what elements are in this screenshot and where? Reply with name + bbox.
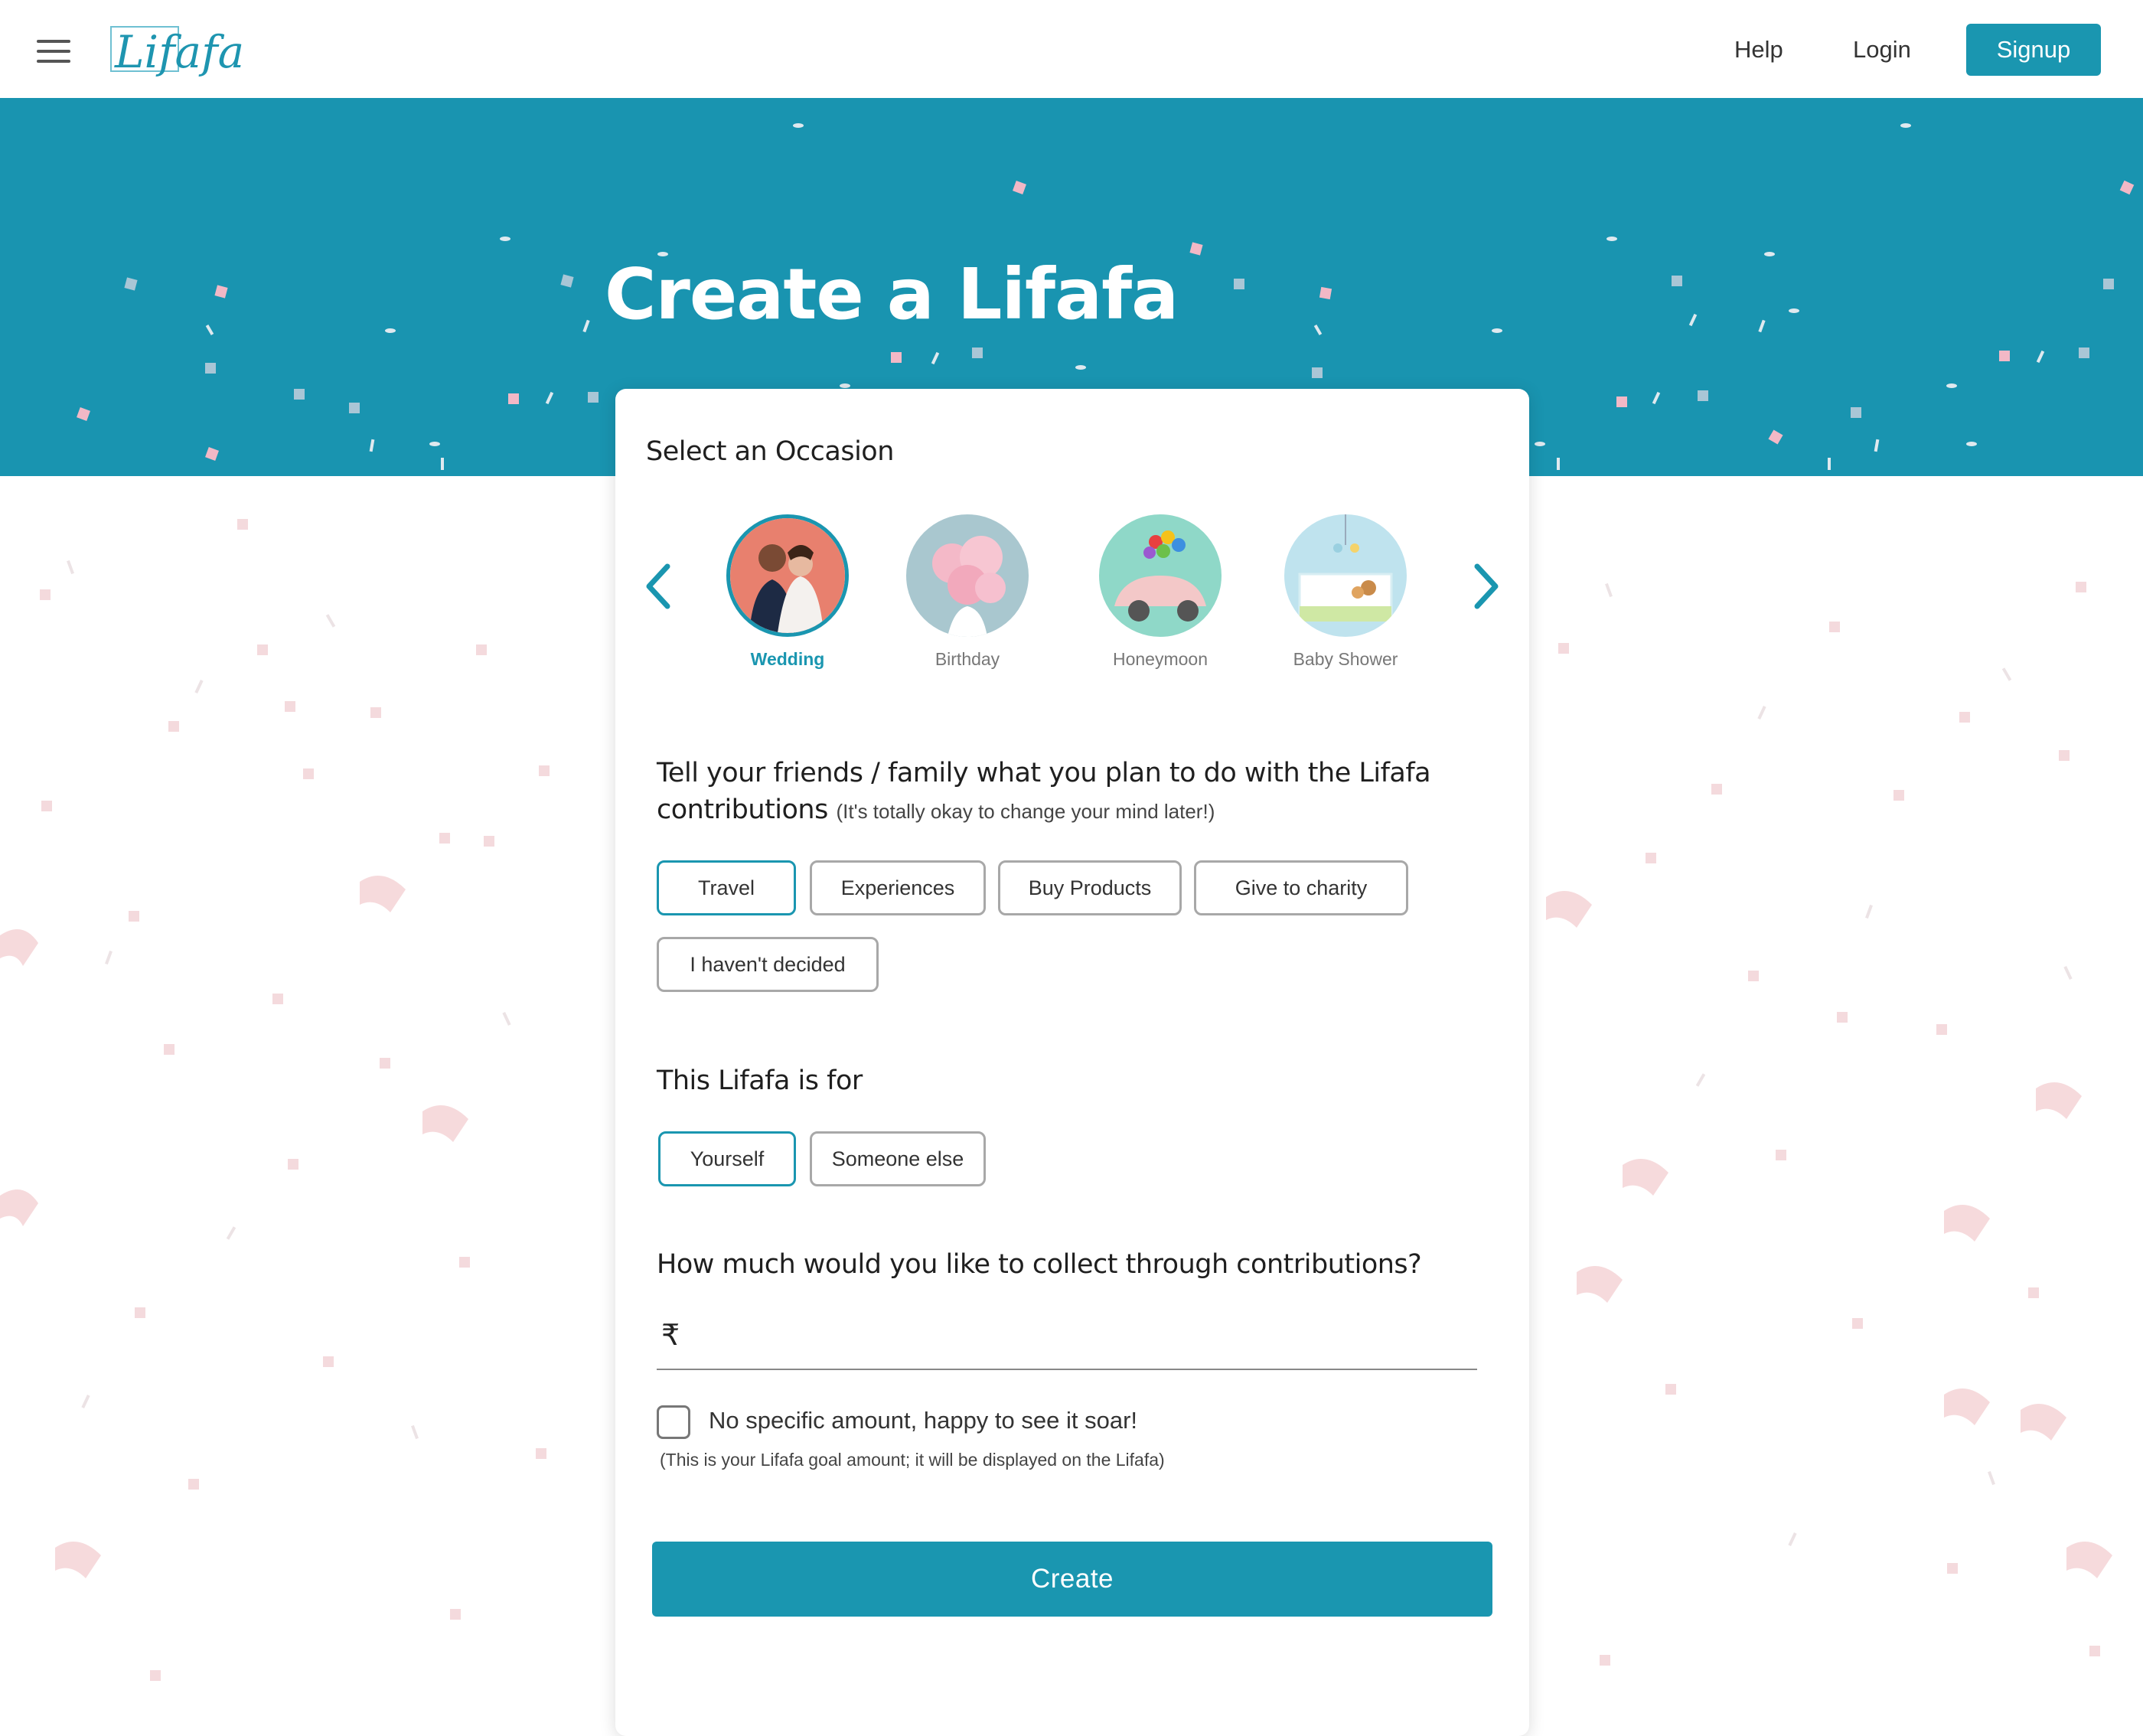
for-option-yourself[interactable]: Yourself — [658, 1131, 796, 1186]
plan-option-buy-products[interactable]: Buy Products — [998, 860, 1182, 915]
login-link[interactable]: Login — [1853, 31, 1911, 69]
create-button[interactable]: Create — [652, 1542, 1492, 1617]
help-link[interactable]: Help — [1734, 31, 1783, 69]
chevron-right-icon[interactable] — [1463, 556, 1506, 617]
occasion-label: Honeymoon — [1112, 649, 1208, 669]
menu-icon[interactable] — [37, 40, 70, 63]
no-amount-label[interactable]: No specific amount, happy to see it soar… — [709, 1407, 1137, 1434]
lifafa-logo[interactable]: Lifafa — [104, 21, 250, 83]
wedding-image — [726, 514, 849, 637]
honeymoon-image — [1099, 514, 1222, 637]
plan-option-travel[interactable]: Travel — [657, 860, 796, 915]
occasion-baby-shower[interactable]: Baby Shower — [1269, 514, 1422, 670]
rupee-icon: ₹ — [661, 1318, 680, 1352]
plan-hint: (It's totally okay to change your mind l… — [836, 800, 1215, 823]
goal-note: (This is your Lifafa goal amount; it wil… — [660, 1450, 1165, 1470]
occasion-honeymoon[interactable]: Honeymoon — [1084, 514, 1237, 670]
occasion-birthday[interactable]: Birthday — [891, 514, 1044, 670]
create-lifafa-card: Select an Occasion Wedding Birthday Hone… — [615, 389, 1529, 1736]
occasion-section-title: Select an Occasion — [646, 436, 894, 467]
for-option-someone-else[interactable]: Someone else — [810, 1131, 986, 1186]
plan-option-experiences[interactable]: Experiences — [810, 860, 986, 915]
page-title: Create a Lifafa — [605, 253, 1179, 335]
occasion-label: Baby Shower — [1293, 649, 1398, 669]
top-navigation-bar: Lifafa Help Login Signup — [0, 0, 2143, 98]
plan-question: Tell your friends / family what you plan… — [657, 755, 1483, 830]
plan-option-give-to-charity[interactable]: Give to charity — [1194, 860, 1408, 915]
baby-shower-image — [1284, 514, 1407, 637]
plan-option-not-decided[interactable]: I haven't decided — [657, 937, 879, 992]
amount-question: How much would you like to collect throu… — [657, 1249, 1422, 1280]
birthday-image — [906, 514, 1029, 637]
occasion-label: Wedding — [750, 649, 825, 669]
signup-button[interactable]: Signup — [1966, 24, 2101, 76]
amount-input[interactable] — [696, 1313, 1465, 1361]
for-question: This Lifafa is for — [657, 1065, 863, 1096]
chevron-left-icon[interactable] — [638, 556, 681, 617]
occasion-wedding[interactable]: Wedding — [711, 514, 864, 670]
occasion-label: Birthday — [935, 649, 1000, 669]
logo-text: Lifafa — [115, 26, 245, 78]
no-amount-checkbox[interactable] — [657, 1405, 690, 1439]
amount-field: ₹ — [657, 1306, 1477, 1370]
